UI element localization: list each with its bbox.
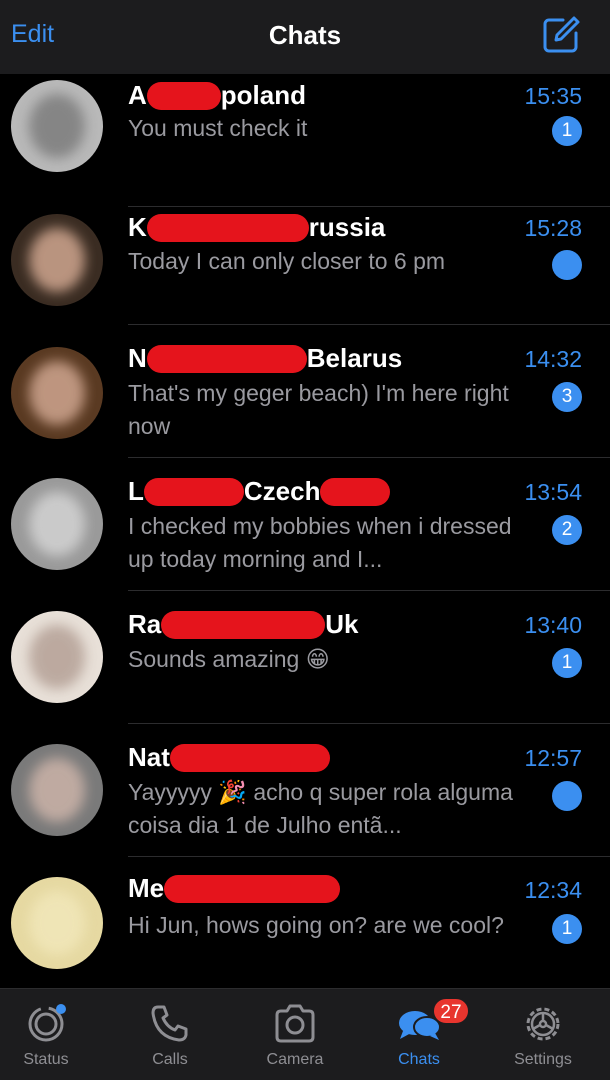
tab-label: Settings — [514, 1051, 572, 1068]
avatar — [11, 347, 103, 439]
avatar — [11, 214, 103, 306]
unread-dot — [552, 781, 582, 811]
unread-badge: 3 — [552, 382, 582, 412]
redaction-mark — [146, 345, 307, 373]
redaction-mark — [320, 478, 391, 506]
chat-list: Apoland 15:35 You must check it 1 Krussi… — [0, 74, 610, 988]
chat-preview: I checked my bobbies when i dressed up t… — [128, 513, 512, 572]
tab-chats[interactable]: 27 Chats — [364, 989, 474, 1080]
chat-row[interactable]: Nat 12:57 Yayyyyy 🎉 acho q super rola al… — [0, 724, 610, 857]
redaction-mark — [143, 478, 244, 506]
chat-time: 13:54 — [524, 479, 582, 505]
chat-time: 13:40 — [524, 612, 582, 638]
unread-badge: 1 — [552, 914, 582, 944]
camera-icon — [275, 1004, 315, 1043]
chat-preview: That's my geger beach) I'm here right no… — [128, 380, 509, 439]
chat-name: Krussia — [128, 212, 386, 242]
tab-bar: Status Calls Camera 27 Chats Settings — [0, 988, 610, 1080]
chat-row[interactable]: Apoland 15:35 You must check it 1 — [0, 74, 610, 207]
chat-time: 12:57 — [524, 745, 582, 771]
chat-name: Me — [128, 873, 341, 904]
chat-name: N Belarus — [128, 343, 403, 373]
avatar — [11, 80, 103, 172]
redaction-mark — [169, 744, 330, 772]
unread-badge: 2 — [552, 515, 582, 545]
tab-label: Status — [23, 1051, 69, 1068]
avatar — [11, 611, 103, 703]
tab-camera[interactable]: Camera — [240, 989, 350, 1080]
chat-name: L Czech — [128, 476, 391, 507]
tab-settings[interactable]: Settings — [488, 989, 598, 1080]
avatar — [11, 744, 103, 836]
avatar — [11, 877, 103, 969]
tab-status[interactable]: Status — [0, 989, 101, 1080]
redaction-mark — [146, 214, 309, 242]
compose-icon[interactable] — [541, 15, 581, 55]
tab-calls[interactable]: Calls — [115, 989, 225, 1080]
chat-time: 15:28 — [524, 215, 582, 241]
chat-row[interactable]: Me 12:34 Hi Jun, hows going on? are we c… — [0, 857, 610, 988]
chat-preview: Today I can only closer to 6 pm — [128, 248, 446, 274]
tab-label: Calls — [152, 1051, 188, 1068]
navigation-bar: Edit Chats — [0, 0, 610, 74]
chat-time: 14:32 — [524, 346, 582, 372]
gear-icon — [526, 1007, 560, 1041]
chat-time: 15:35 — [524, 83, 582, 109]
redaction-mark — [164, 875, 341, 903]
tab-label: Camera — [266, 1051, 324, 1068]
avatar — [11, 478, 103, 570]
unread-badge: 1 — [552, 116, 582, 146]
chat-row[interactable]: Ra Uk 13:40 Sounds amazing 😁 1 — [0, 591, 610, 724]
tab-badge: 27 — [432, 997, 470, 1025]
chat-preview: Yayyyyy 🎉 acho q super rola alguma coisa… — [128, 779, 513, 838]
chat-name: Nat — [128, 742, 330, 773]
chat-name: Ra Uk — [128, 609, 359, 639]
chat-row[interactable]: L Czech 13:54 I checked my bobbies when i… — [0, 458, 610, 591]
unread-badge: 1 — [552, 648, 582, 678]
chat-time: 12:34 — [524, 877, 582, 903]
page-title: Chats — [268, 20, 342, 50]
chat-preview: You must check it — [128, 115, 308, 141]
chat-row[interactable]: Krussia 15:28 Today I can only closer to… — [0, 192, 610, 325]
tab-label: Chats — [398, 1051, 440, 1068]
status-icon — [28, 1004, 66, 1042]
redaction-mark — [146, 82, 221, 110]
chat-row[interactable]: N Belarus 14:32 That's my geger beach) I'… — [0, 325, 610, 458]
phone-icon — [151, 1005, 188, 1042]
chat-preview: Sounds amazing 😁 — [128, 646, 330, 672]
redaction-mark — [161, 611, 326, 639]
unread-dot — [552, 250, 582, 280]
chat-name: Apoland — [128, 80, 306, 110]
chat-preview: Hi Jun, hows going on? are we cool? — [128, 912, 504, 938]
